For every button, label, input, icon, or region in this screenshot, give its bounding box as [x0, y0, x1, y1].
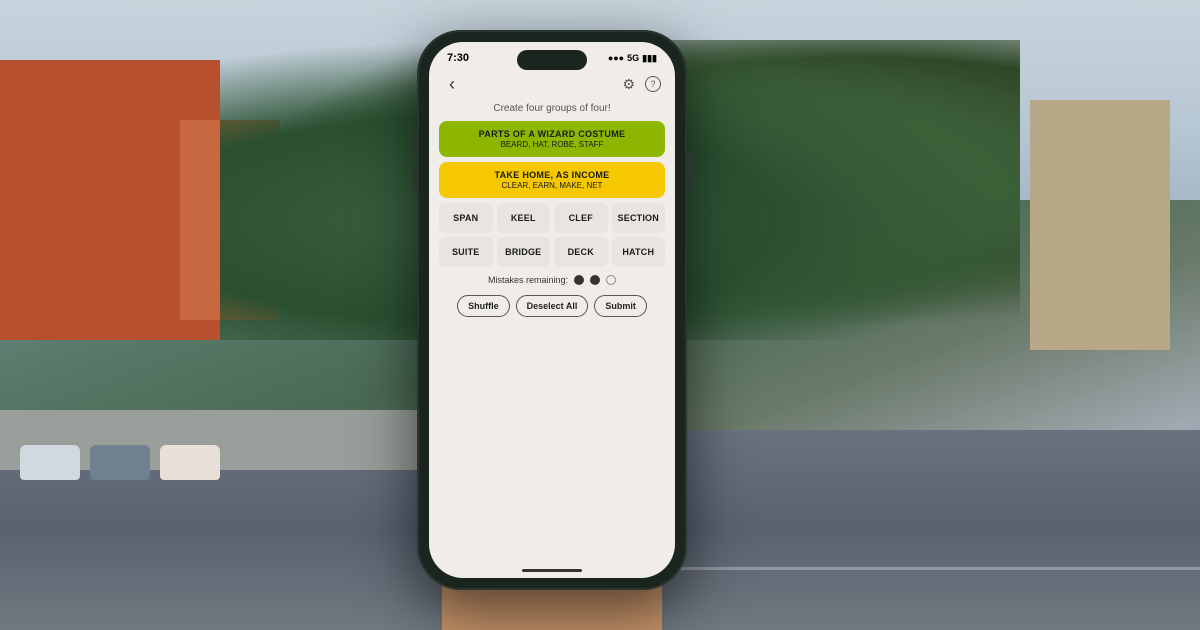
dynamic-island — [517, 50, 587, 70]
group-items-yellow: CLEAR, EARN, MAKE, NET — [449, 181, 655, 190]
network-label: 5G — [627, 53, 639, 63]
word-grid: SPAN KEEL CLEF SECTION SUITE BRIDGE DECK… — [439, 203, 665, 267]
volume-up-button[interactable] — [413, 130, 417, 158]
home-indicator — [522, 569, 582, 572]
word-tile-bridge[interactable]: BRIDGE — [497, 237, 551, 267]
hand-phone-area: 7:30 ●●● 5G ▮▮▮ ‹ ⚙ ? Create — [372, 10, 732, 630]
word-tile-keel[interactable]: KEEL — [497, 203, 551, 233]
app-content: ‹ ⚙ ? Create four groups of four! PARTS … — [429, 68, 675, 325]
status-icons: ●●● 5G ▮▮▮ — [608, 53, 657, 64]
mistakes-label: Mistakes remaining: — [488, 275, 568, 285]
building-right — [1030, 100, 1170, 350]
word-tile-deck[interactable]: DECK — [554, 237, 608, 267]
group-title-green: PARTS OF A WIZARD COSTUME — [449, 129, 655, 139]
group-title-yellow: TAKE HOME, AS INCOME — [449, 170, 655, 180]
group-card-green: PARTS OF A WIZARD COSTUME BEARD, HAT, RO… — [439, 121, 665, 157]
mistake-dot-2 — [590, 275, 600, 285]
shuffle-button[interactable]: Shuffle — [457, 295, 510, 317]
status-time: 7:30 — [447, 52, 469, 64]
car3 — [160, 445, 220, 480]
nav-icons: ⚙ ? — [622, 76, 661, 93]
submit-button[interactable]: Submit — [594, 295, 647, 317]
help-icon[interactable]: ? — [645, 76, 661, 92]
car1 — [20, 445, 80, 480]
phone-device: 7:30 ●●● 5G ▮▮▮ ‹ ⚙ ? Create — [417, 30, 687, 590]
word-tile-span[interactable]: SPAN — [439, 203, 493, 233]
volume-down-button[interactable] — [413, 166, 417, 194]
mistake-dot-empty — [606, 275, 616, 285]
group-items-green: BEARD, HAT, ROBE, STAFF — [449, 140, 655, 149]
word-tile-hatch[interactable]: HATCH — [612, 237, 666, 267]
deselect-all-button[interactable]: Deselect All — [516, 295, 589, 317]
cars — [20, 445, 220, 480]
instruction-text: Create four groups of four! — [439, 103, 665, 114]
power-button[interactable] — [687, 150, 691, 190]
gear-icon[interactable]: ⚙ — [622, 76, 635, 93]
word-tile-section[interactable]: SECTION — [612, 203, 666, 233]
mistakes-row: Mistakes remaining: — [439, 275, 665, 285]
signal-icon: ●●● — [608, 53, 624, 63]
mistake-dot-1 — [574, 275, 584, 285]
action-buttons: Shuffle Deselect All Submit — [439, 295, 665, 317]
group-card-yellow: TAKE HOME, AS INCOME CLEAR, EARN, MAKE, … — [439, 162, 665, 198]
battery-icon: ▮▮▮ — [642, 53, 657, 64]
car2 — [90, 445, 150, 480]
nav-bar: ‹ ⚙ ? — [439, 68, 665, 103]
phone-screen: 7:30 ●●● 5G ▮▮▮ ‹ ⚙ ? Create — [429, 42, 675, 578]
word-tile-suite[interactable]: SUITE — [439, 237, 493, 267]
word-tile-clef[interactable]: CLEF — [554, 203, 608, 233]
back-button[interactable]: ‹ — [443, 72, 461, 97]
